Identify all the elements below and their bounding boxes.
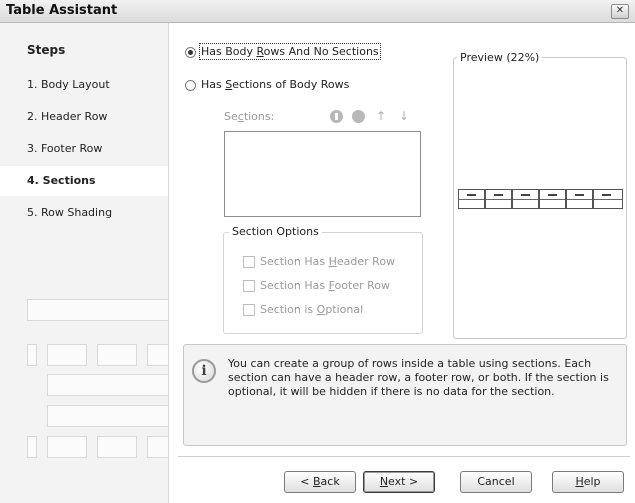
watermark-cell — [147, 344, 168, 366]
section-has-footer-row-checkbox[interactable] — [243, 280, 255, 292]
step-footer-row[interactable]: 3. Footer Row — [0, 134, 168, 164]
preview-table — [458, 189, 623, 209]
title-bar: Table Assistant ✕ — [0, 0, 635, 23]
label-mnemonic: H — [328, 255, 337, 268]
step-row-shading[interactable]: 5. Row Shading — [0, 198, 168, 228]
watermark-cell — [147, 436, 168, 458]
label-text: Se — [224, 110, 238, 123]
section-has-header-row-checkbox[interactable] — [243, 256, 255, 268]
watermark-cell — [97, 344, 137, 366]
sections-label: Sections: — [224, 110, 274, 123]
preview-table-cell — [539, 189, 566, 209]
label-text: ext > — [388, 475, 419, 488]
label-mnemonic: B — [313, 475, 321, 488]
section-is-optional-checkbox[interactable] — [243, 304, 255, 316]
sections-listbox[interactable] — [224, 131, 421, 217]
label-text: Section Has — [260, 279, 329, 292]
sections-of-body-rows-radio[interactable] — [185, 80, 196, 91]
watermark-row — [47, 374, 168, 396]
button-separator — [178, 456, 630, 457]
section-has-header-row-label[interactable]: Section Has Header Row — [260, 255, 395, 268]
preview-table-cell — [458, 189, 485, 209]
label-mnemonic: R — [256, 45, 264, 58]
label-text: elp — [583, 475, 601, 488]
watermark-cell — [27, 344, 37, 366]
label-text: eader Row — [336, 255, 396, 268]
watermark-row — [47, 405, 168, 427]
next-button[interactable]: Next > — [363, 471, 435, 493]
label-text: < — [300, 475, 313, 488]
table-watermark-graphic — [27, 299, 168, 463]
label-text: ooter Row — [334, 279, 390, 292]
back-button[interactable]: < Back — [284, 471, 356, 493]
body-rows-no-sections-radio[interactable] — [185, 47, 196, 58]
section-options-title: Section Options — [229, 225, 322, 238]
label-text: ows And No Sections — [263, 45, 379, 58]
info-icon: i — [192, 359, 216, 383]
info-box: i You can create a group of rows inside … — [183, 344, 627, 446]
body-rows-no-sections-label[interactable]: Has Body Rows And No Sections — [199, 43, 381, 60]
label-text: tions: — [243, 110, 275, 123]
section-has-footer-row-label[interactable]: Section Has Footer Row — [260, 279, 390, 292]
window-title: Table Assistant — [6, 3, 118, 18]
info-text: You can create a group of rows inside a … — [228, 357, 609, 398]
label-text: Section Has — [260, 255, 329, 268]
move-down-icon[interactable]: ↓ — [399, 110, 409, 122]
step-header-row[interactable]: 2. Header Row — [0, 102, 168, 132]
help-button[interactable]: Help — [552, 471, 624, 493]
label-text: Has Body — [201, 45, 257, 58]
label-mnemonic: H — [575, 475, 584, 488]
preview-table-cell — [566, 189, 593, 209]
label-text: Has — [201, 78, 226, 91]
preview-table-cell — [485, 189, 512, 209]
sections-of-body-rows-label[interactable]: Has Sections of Body Rows — [201, 78, 349, 91]
watermark-cell — [27, 436, 37, 458]
label-text: ptional — [325, 303, 364, 316]
watermark-cell — [97, 436, 137, 458]
watermark-cell — [47, 436, 87, 458]
label-mnemonic: N — [379, 475, 389, 488]
watermark-cell — [47, 344, 87, 366]
section-is-optional-label[interactable]: Section is Optional — [260, 303, 363, 316]
move-up-icon[interactable]: ↑ — [376, 110, 386, 122]
label-text: Section is — [260, 303, 317, 316]
steps-sidebar: Steps 1. Body Layout 2. Header Row 3. Fo… — [0, 23, 169, 503]
preview-table-cell — [593, 189, 623, 209]
preview-table-cell — [512, 189, 539, 209]
cancel-button[interactable]: Cancel — [460, 471, 532, 493]
remove-section-icon[interactable] — [352, 110, 365, 123]
label-text: ack — [320, 475, 340, 488]
preview-title: Preview (22%) — [457, 51, 543, 64]
steps-heading: Steps — [27, 43, 66, 57]
step-sections[interactable]: 4. Sections — [0, 166, 168, 196]
close-icon[interactable]: ✕ — [611, 4, 629, 19]
label-text: ections of Body Rows — [232, 78, 350, 91]
watermark-row — [27, 299, 168, 321]
add-section-icon[interactable] — [330, 110, 343, 123]
step-body-layout[interactable]: 1. Body Layout — [0, 70, 168, 100]
